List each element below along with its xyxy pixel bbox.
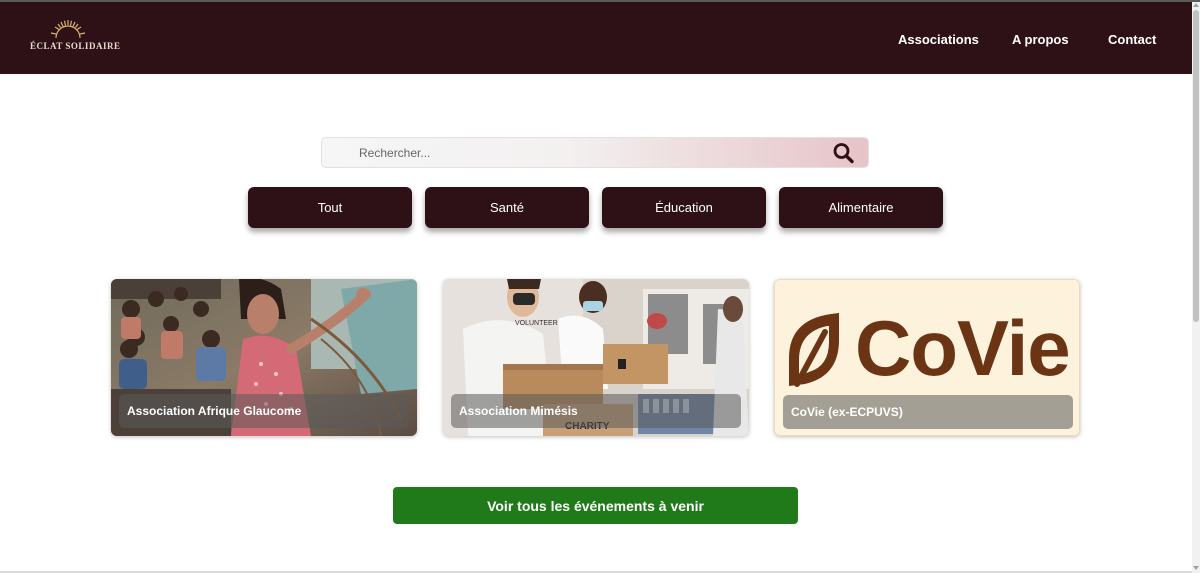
scroll-up-icon[interactable] — [1193, 3, 1199, 7]
nav-a-propos[interactable]: A propos — [1012, 32, 1069, 47]
card-title: CoVie (ex-ECPUVS) — [783, 395, 1073, 429]
svg-text:VOLUNTEER: VOLUNTEER — [515, 320, 558, 327]
page: ÉCLAT SOLIDAIRE Associations A propos Co… — [0, 0, 1200, 573]
association-card-covie[interactable]: CoVie CoVie (ex-ECPUVS) — [774, 279, 1080, 436]
card-title: Association Afrique Glaucome — [119, 394, 409, 428]
site-logo[interactable]: ÉCLAT SOLIDAIRE — [30, 18, 121, 58]
scroll-down-icon[interactable] — [1193, 566, 1199, 570]
search-icon — [833, 143, 854, 164]
search-input[interactable] — [359, 143, 819, 163]
filter-education-button[interactable]: Éducation — [602, 187, 766, 228]
site-header: ÉCLAT SOLIDAIRE Associations A propos Co… — [0, 2, 1192, 74]
sun-logo-icon — [50, 20, 86, 39]
association-card-afrique-glaucome[interactable]: Association Afrique Glaucome — [111, 279, 417, 436]
nav-contact[interactable]: Contact — [1108, 32, 1156, 47]
filter-tout-button[interactable]: Tout — [248, 187, 412, 228]
filter-alimentaire-button[interactable]: Alimentaire — [779, 187, 943, 228]
covie-logo-text: CoVie — [855, 304, 1071, 392]
search-bar — [321, 137, 869, 168]
nav-associations[interactable]: Associations — [898, 32, 979, 47]
upcoming-events-button[interactable]: Voir tous les événements à venir — [393, 487, 798, 524]
filter-sante-button[interactable]: Santé — [425, 187, 589, 228]
scroll-thumb[interactable] — [1193, 10, 1199, 322]
association-card-mimesis[interactable]: VOLUNTEER CHARITY Association Mimésis — [443, 279, 749, 436]
logo-text: ÉCLAT SOLIDAIRE — [30, 41, 121, 51]
card-title: Association Mimésis — [451, 394, 741, 428]
page-scrollbar[interactable] — [1192, 2, 1200, 573]
search-button[interactable] — [832, 142, 856, 164]
